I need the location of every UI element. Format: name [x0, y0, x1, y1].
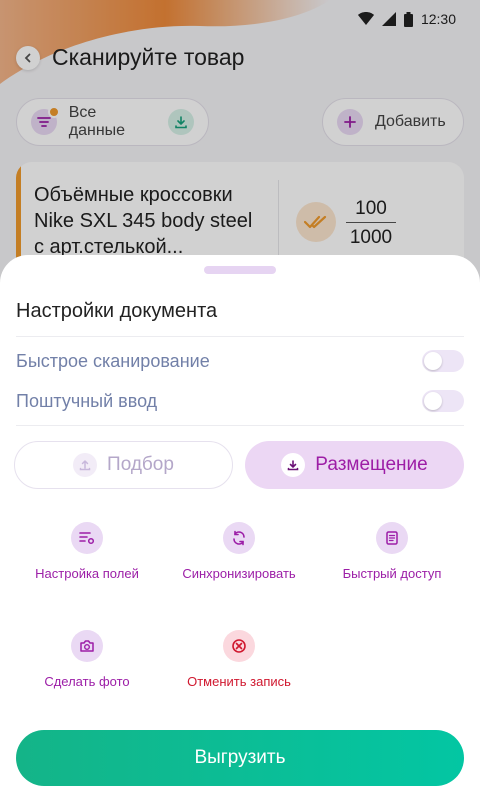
- document-icon: [376, 522, 408, 554]
- podbor-label: Подбор: [107, 454, 174, 475]
- fast-scan-row: Быстрое сканирование: [16, 347, 464, 375]
- export-button[interactable]: Выгрузить: [16, 730, 464, 786]
- fields-settings-icon: [71, 522, 103, 554]
- document-settings-sheet: Настройки документа Быстрое сканирование…: [0, 255, 480, 800]
- fast-scan-toggle[interactable]: [422, 350, 464, 372]
- sync-action[interactable]: Синхронизировать: [164, 522, 314, 581]
- piece-input-row: Поштучный ввод: [16, 387, 464, 415]
- piece-input-toggle[interactable]: [422, 390, 464, 412]
- cancel-icon: [223, 630, 255, 662]
- razmeshchenie-label: Размещение: [315, 454, 428, 475]
- podbor-button[interactable]: Подбор: [14, 441, 233, 489]
- download-icon: [281, 453, 306, 477]
- sheet-drag-handle[interactable]: [204, 266, 276, 274]
- quick-access-action[interactable]: Быстрый доступ: [317, 522, 467, 581]
- export-label: Выгрузить: [194, 747, 286, 768]
- sheet-title: Настройки документа: [16, 300, 218, 322]
- divider: [16, 425, 464, 426]
- upload-icon: [73, 453, 98, 477]
- fast-scan-label: Быстрое сканирование: [16, 350, 210, 371]
- fields-settings-label: Настройка полей: [35, 566, 139, 581]
- sync-label: Синхронизировать: [182, 566, 296, 581]
- razmeshchenie-button[interactable]: Размещение: [245, 441, 464, 489]
- take-photo-action[interactable]: Сделать фото: [12, 630, 162, 689]
- fields-settings-action[interactable]: Настройка полей: [12, 522, 162, 581]
- take-photo-label: Сделать фото: [44, 674, 130, 689]
- divider: [16, 336, 464, 337]
- piece-input-label: Поштучный ввод: [16, 390, 158, 411]
- quick-access-label: Быстрый доступ: [342, 566, 442, 581]
- camera-icon: [71, 630, 103, 662]
- cancel-record-action[interactable]: Отменить запись: [164, 630, 314, 689]
- cancel-record-label: Отменить запись: [187, 674, 291, 689]
- sync-icon: [223, 522, 255, 554]
